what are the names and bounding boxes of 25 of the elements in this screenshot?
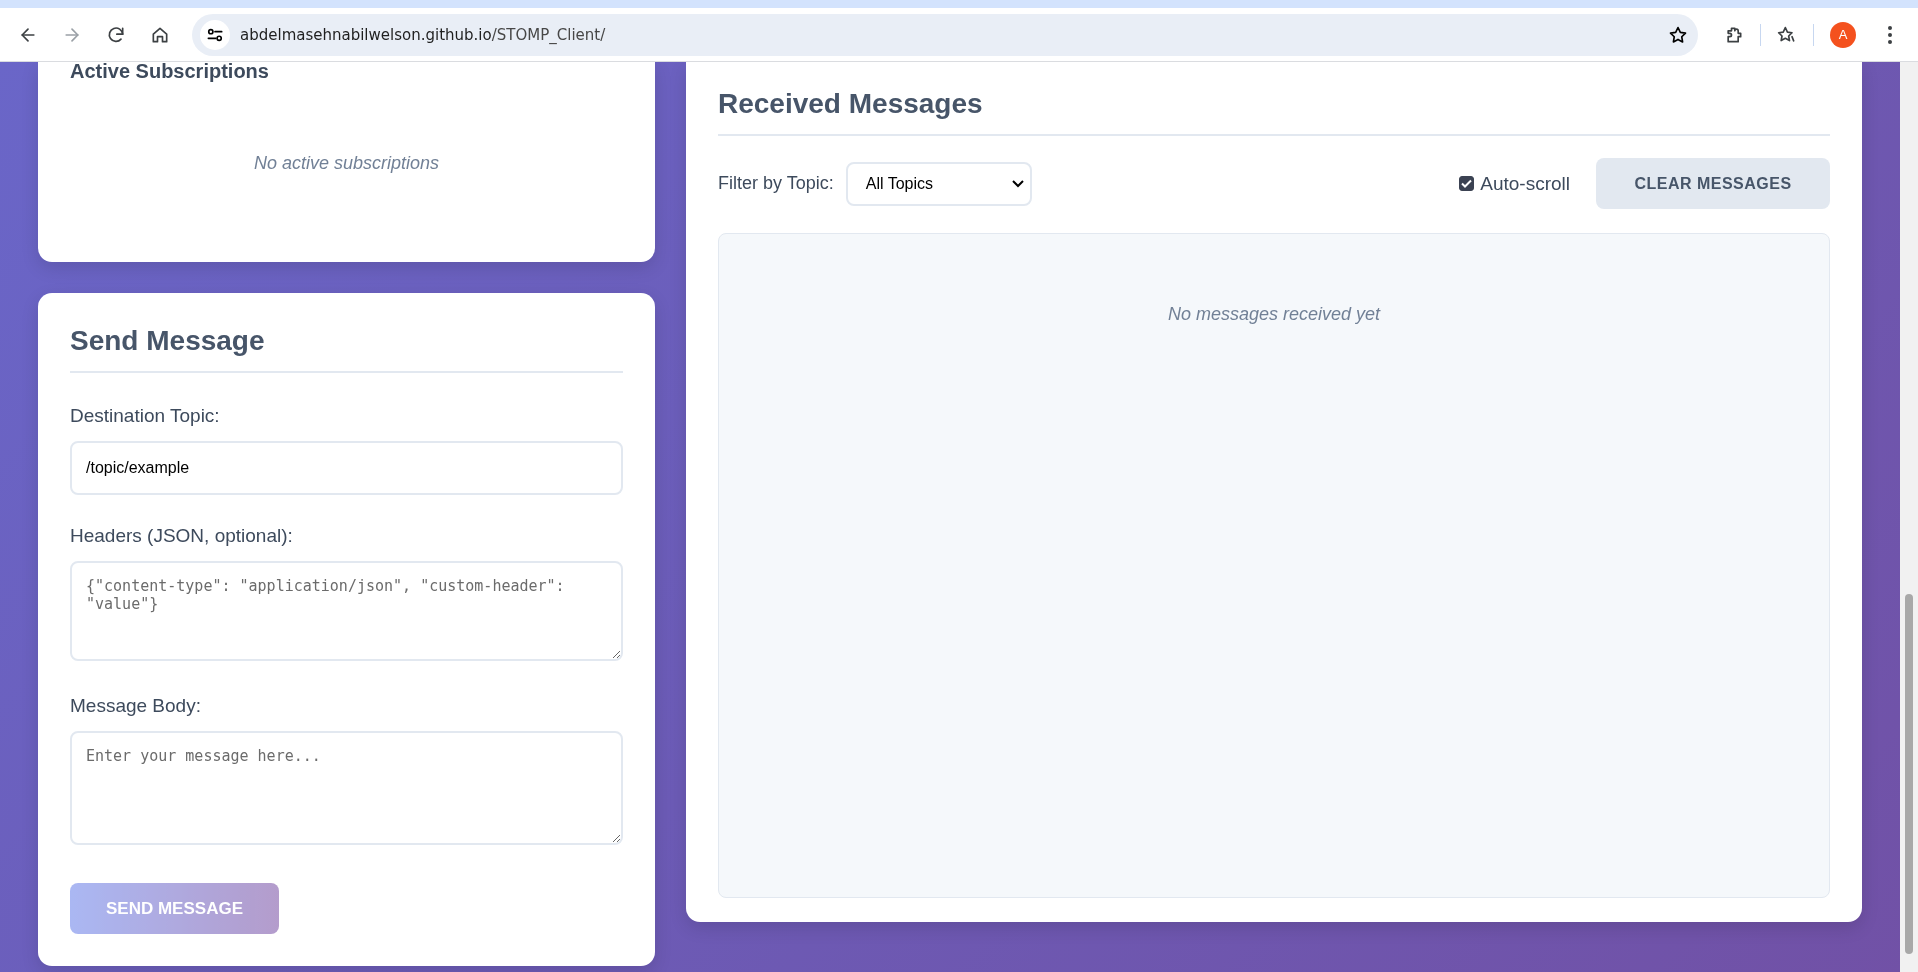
filter-label: Filter by Topic:: [718, 173, 834, 194]
field-label: Message Body:: [70, 695, 202, 717]
card-title: Send Message: [70, 325, 623, 373]
field-label: Headers (JSON, optional):: [70, 525, 294, 547]
text-area[interactable]: {"content-type": "application/json", "custom-header": "value"}: [70, 561, 623, 661]
clear-messages-button[interactable]: CLEAR MESSAGES: [1596, 158, 1830, 209]
empty-state-text: No messages received yet: [1166, 303, 1382, 326]
input-field[interactable]: /topic/example: [70, 441, 623, 495]
topic-select[interactable]: All Topics: [845, 161, 1032, 206]
menu-icon: [1888, 25, 1892, 44]
field-label: Destination Topic:: [70, 405, 221, 427]
reload-icon: [106, 24, 126, 45]
star-icon: [1668, 24, 1688, 45]
checkbox-label: Auto-scroll: [1480, 172, 1570, 195]
stars-icon: [1777, 24, 1797, 45]
address-bar[interactable]: abdelmasehnabilwelson.github.io/STOMP_Client/: [192, 13, 1698, 56]
checkbox[interactable]: [1459, 176, 1475, 191]
url-text: abdelmasehnabilwelson.github.io/STOMP_Client/: [240, 25, 607, 44]
text-area[interactable]: Enter your message here...: [70, 731, 623, 845]
chevron-down-icon: [1011, 179, 1024, 188]
site-settings-icon[interactable]: [200, 19, 230, 50]
card-title: Active Subscriptions: [70, 62, 270, 83]
card-title: Received Messages: [718, 88, 1830, 136]
scrollbar[interactable]: [1900, 62, 1918, 972]
empty-state-text: No active subscriptions: [252, 152, 441, 175]
